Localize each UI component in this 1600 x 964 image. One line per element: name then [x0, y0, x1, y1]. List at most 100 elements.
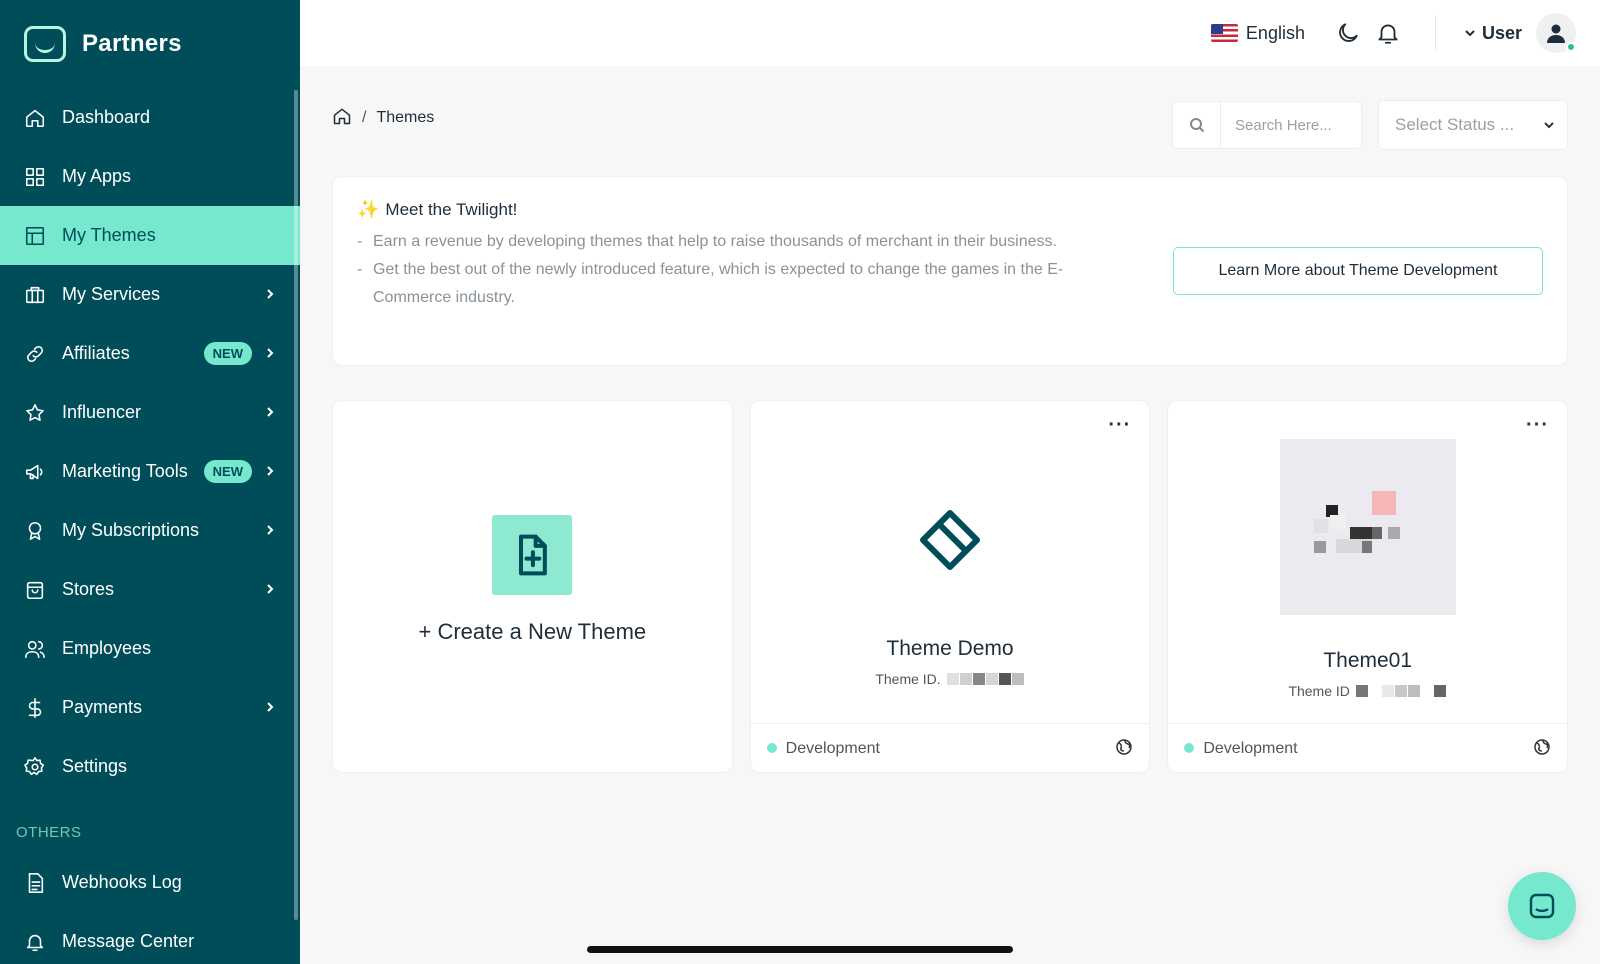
globe-icon[interactable]: [1115, 738, 1133, 761]
sidebar-item-dashboard[interactable]: Dashboard: [0, 88, 300, 147]
theme-status: Development: [766, 740, 880, 758]
banner-title: ✨ Meet the Twilight!: [357, 199, 1543, 220]
banner-title-text: Meet the Twilight!: [385, 199, 518, 219]
theme-id: Theme ID: [1288, 683, 1446, 699]
more-options-icon[interactable]: ···: [1526, 415, 1549, 435]
sidebar-item-affiliates[interactable]: Affiliates NEW: [0, 324, 300, 383]
avatar[interactable]: [1536, 13, 1576, 53]
chevron-right-icon: [264, 402, 276, 423]
chevron-right-icon: [264, 520, 276, 541]
chevron-down-icon: [1544, 122, 1554, 129]
home-icon[interactable]: [332, 106, 352, 131]
create-theme-card[interactable]: + Create a New Theme: [332, 400, 733, 773]
sidebar-item-my-themes[interactable]: My Themes: [0, 206, 300, 265]
theme-card[interactable]: ··· Theme Demo Theme ID. Development: [749, 400, 1151, 773]
sidebar-item-label: Influencer: [62, 402, 142, 422]
more-options-icon[interactable]: ···: [1108, 415, 1131, 435]
award-icon: [24, 520, 46, 542]
sidebar-item-label: Marketing Tools: [62, 461, 188, 481]
chevron-down-icon: [1464, 23, 1476, 44]
sidebar-item-influencer[interactable]: Influencer: [0, 383, 300, 442]
bell-icon: [24, 931, 46, 953]
sidebar-item-my-apps[interactable]: My Apps: [0, 147, 300, 206]
globe-icon[interactable]: [1533, 738, 1551, 761]
sidebar-item-employees[interactable]: Employees: [0, 619, 300, 678]
document-icon: [24, 872, 46, 894]
breadcrumb-separator: /: [362, 109, 367, 126]
sidebar-item-label: Affiliates: [62, 343, 130, 363]
search-icon: [1173, 102, 1221, 148]
sidebar: Partners Dashboard My Apps My Themes My …: [0, 0, 300, 964]
theme-logo-icon: [915, 505, 985, 575]
theme-status-label: Development: [1203, 740, 1298, 757]
status-dot: [1184, 743, 1195, 753]
sidebar-item-label: Payments: [62, 697, 143, 717]
masked-theme-id: [1355, 685, 1447, 697]
create-theme-label: + Create a New Theme: [418, 618, 647, 644]
link-icon: [24, 343, 46, 365]
banner-point: Get the best out of the newly introduced…: [357, 256, 1137, 312]
sidebar-item-marketing-tools[interactable]: Marketing Tools NEW: [0, 442, 300, 501]
theme-id-label: Theme ID: [1288, 683, 1350, 699]
users-icon: [24, 638, 46, 660]
sidebar-item-settings[interactable]: Settings: [0, 737, 300, 796]
theme-card-footer: Development: [750, 723, 1150, 772]
user-menu[interactable]: User: [1464, 13, 1576, 53]
sparkle-icon: ✨: [357, 199, 380, 219]
theme-card-body: Theme01 Theme ID: [1168, 401, 1567, 723]
home-icon: [24, 107, 46, 129]
theme-id: Theme ID.: [875, 671, 1024, 687]
chevron-right-icon: [264, 697, 276, 718]
bell-icon[interactable]: [1375, 20, 1401, 46]
toolbar-row: / Themes Select Status ...: [332, 100, 1568, 150]
others-section-label: OTHERS: [16, 824, 82, 841]
chat-button[interactable]: [1508, 872, 1576, 940]
banner-point: Earn a revenue by developing themes that…: [357, 228, 1137, 256]
theme-card-body: Theme Demo Theme ID.: [751, 401, 1150, 723]
breadcrumb: / Themes: [332, 106, 434, 131]
theme-status-label: Development: [785, 740, 880, 757]
chevron-right-icon: [264, 579, 276, 600]
us-flag-icon: [1210, 24, 1238, 42]
masked-theme-id: [946, 673, 1025, 685]
sidebar-item-message-center[interactable]: Message Center: [0, 912, 300, 964]
sidebar-item-stores[interactable]: Stores: [0, 560, 300, 619]
theme-status: Development: [1184, 740, 1298, 758]
new-badge: NEW: [203, 460, 252, 483]
gear-icon: [24, 756, 46, 778]
star-icon: [24, 402, 46, 424]
main-content: / Themes Select Status ... ✨ Meet the Tw…: [332, 100, 1569, 773]
home-indicator: [587, 946, 1013, 953]
sidebar-item-label: My Subscriptions: [62, 520, 200, 540]
sidebar-scrollbar[interactable]: [294, 90, 298, 920]
brand[interactable]: Partners: [0, 0, 300, 88]
sidebar-item-label: My Apps: [62, 166, 132, 186]
learn-more-button[interactable]: Learn More about Theme Development: [1173, 247, 1543, 295]
theme-card[interactable]: ··· Theme01 Theme ID Development: [1167, 400, 1569, 773]
sidebar-item-label: Settings: [62, 756, 128, 776]
search-input[interactable]: [1221, 116, 1351, 134]
sidebar-item-my-services[interactable]: My Services: [0, 265, 300, 324]
megaphone-icon: [24, 461, 46, 483]
topbar-divider: [1434, 15, 1436, 51]
status-dot: [766, 743, 777, 753]
grid-icon: [24, 166, 46, 188]
theme-name: Theme01: [1323, 649, 1413, 672]
filters: Select Status ...: [1172, 100, 1568, 150]
language-selector[interactable]: English: [1210, 23, 1305, 44]
dollar-icon: [24, 697, 46, 719]
layout-icon: [24, 225, 46, 247]
sidebar-item-label: Webhooks Log: [62, 872, 182, 892]
sidebar-item-label: Message Center: [62, 931, 195, 951]
topbar: English User: [300, 0, 1600, 66]
status-select[interactable]: Select Status ...: [1378, 100, 1568, 150]
theme-cards: + Create a New Theme ··· Theme Demo Them…: [332, 400, 1569, 773]
breadcrumb-current: Themes: [376, 109, 435, 126]
sidebar-item-payments[interactable]: Payments: [0, 678, 300, 737]
sidebar-other-nav: Webhooks Log Message Center: [0, 853, 300, 964]
moon-icon[interactable]: [1335, 20, 1361, 46]
sidebar-item-my-subscriptions[interactable]: My Subscriptions: [0, 501, 300, 560]
banner-points: Earn a revenue by developing themes that…: [357, 228, 1137, 312]
sidebar-item-label: My Themes: [62, 225, 156, 245]
sidebar-item-webhooks-log[interactable]: Webhooks Log: [0, 853, 300, 912]
